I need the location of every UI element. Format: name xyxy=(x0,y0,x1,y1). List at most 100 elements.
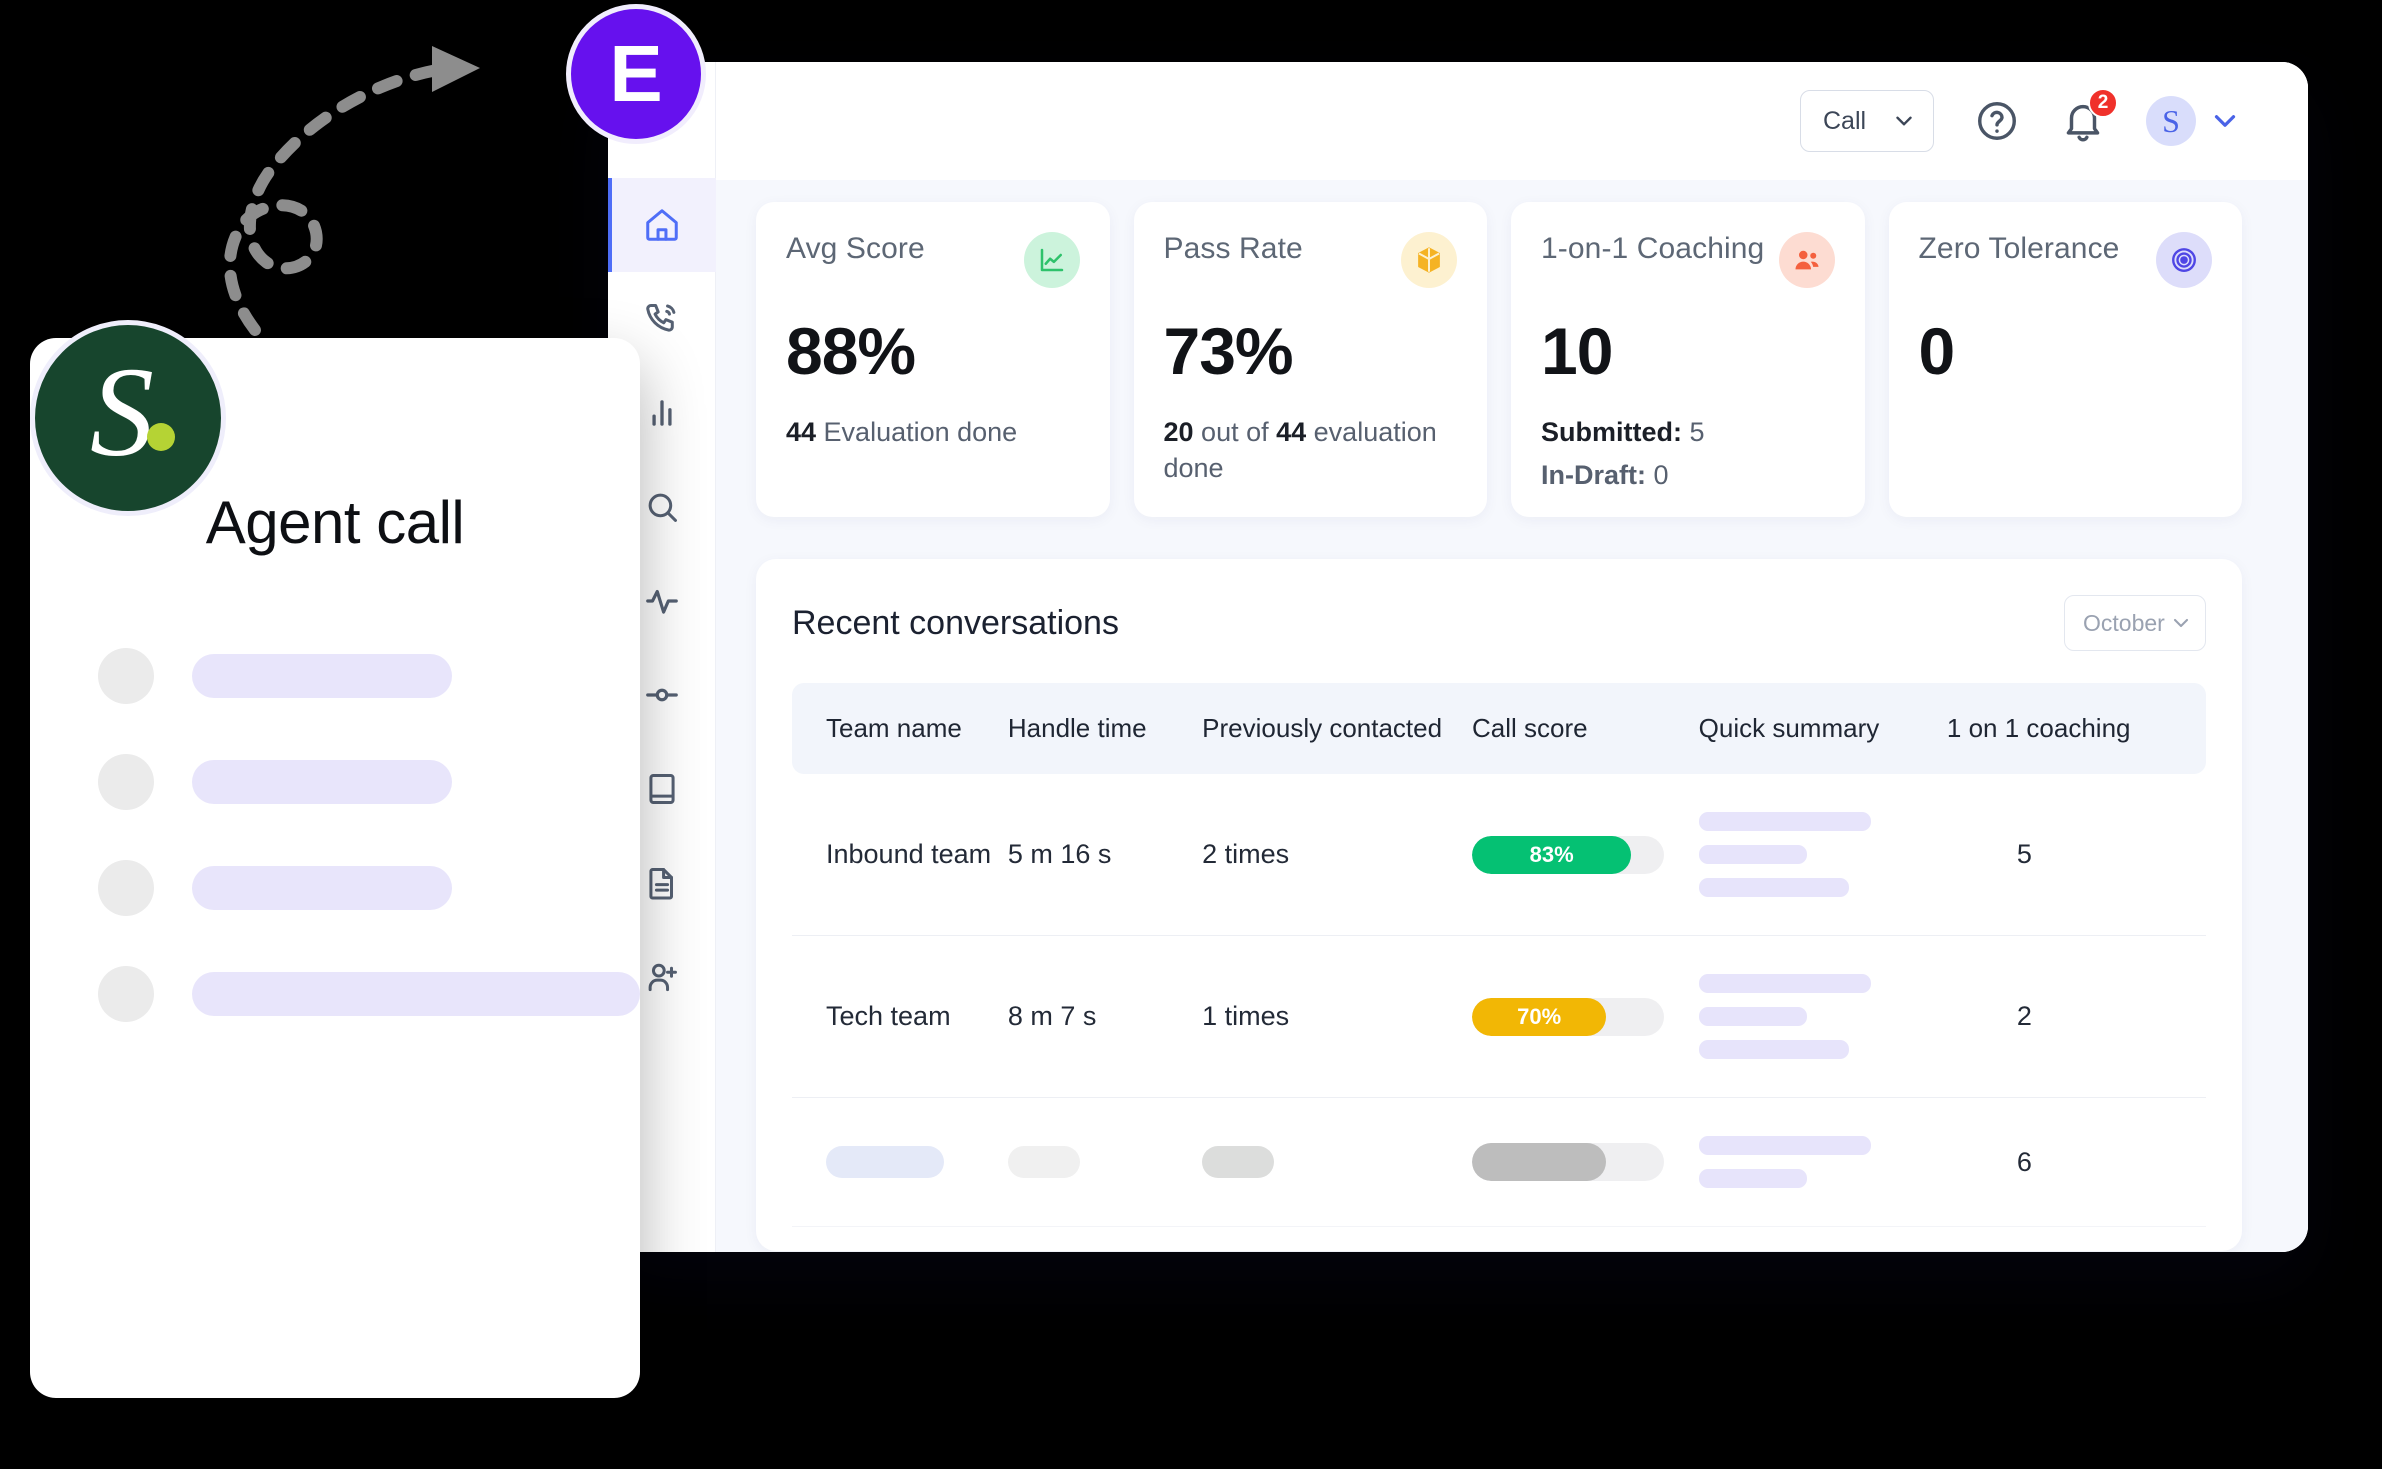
table-header-row: Team name Handle time Previously contact… xyxy=(792,683,2206,775)
column-header-quick-summary[interactable]: Quick summary xyxy=(1698,683,1947,775)
book-icon xyxy=(648,774,675,804)
column-header-call-score[interactable]: Call score xyxy=(1472,683,1699,775)
summary-skeleton xyxy=(1698,812,1947,898)
main-region: Call 2 S Avg Score 88% 44 Evaluation don… xyxy=(716,62,2308,1252)
stat-card-sub-strong: 44 xyxy=(786,417,817,447)
table-row[interactable]: Tech team 8 m 7 s 1 times 70% 2 xyxy=(792,935,2206,1099)
cell-team-name: Tech team xyxy=(792,935,1008,1099)
cell-team-name: Inbound team xyxy=(792,774,1008,937)
skeleton-line xyxy=(1698,878,1849,898)
line-chart-icon xyxy=(1023,232,1080,288)
skeleton-pill xyxy=(1007,1146,1080,1179)
cell-quick-summary xyxy=(1698,774,1947,937)
skeleton-bar xyxy=(192,866,452,910)
call-filter-label: Call xyxy=(1823,106,1867,135)
table-row[interactable]: Inbound team 5 m 16 s 2 times 83% 5 xyxy=(792,774,2206,937)
stat-card-value: 88% xyxy=(786,314,916,388)
home-icon xyxy=(645,209,678,241)
avatar-placeholder xyxy=(98,860,154,916)
stat-card-sub-strong2: 44 xyxy=(1276,417,1307,447)
skeleton-bar xyxy=(192,760,452,804)
stat-card-title: Zero Tolerance xyxy=(1918,232,2120,265)
question-circle-icon xyxy=(1978,102,2016,140)
top-bar: Call 2 S xyxy=(716,62,2308,180)
stat-card-sub-rest: Evaluation done xyxy=(816,417,1018,447)
chevron-down-icon xyxy=(2169,611,2193,635)
cell-handle-time: 5 m 16 s xyxy=(1007,774,1203,937)
skeleton-line xyxy=(1698,974,1871,994)
cell-team-name-skeleton xyxy=(792,1097,1008,1228)
help-button[interactable] xyxy=(1974,98,2020,144)
stat-card-subtext: 20 out of 44 evaluation done xyxy=(1164,414,1458,487)
avatar-placeholder xyxy=(98,754,154,810)
stat-card-coaching[interactable]: 1-on-1 Coaching 10 Submitted: 5 In-Draft… xyxy=(1511,202,1865,518)
notifications-button[interactable]: 2 xyxy=(2060,88,2118,144)
stat-card-avg-score[interactable]: Avg Score 88% 44 Evaluation done xyxy=(756,202,1110,518)
column-header-previously-contacted[interactable]: Previously contacted xyxy=(1202,683,1472,775)
cell-handle-time-skeleton xyxy=(1007,1097,1203,1228)
recent-conversations-panel: Recent conversations October Team name H… xyxy=(756,559,2242,1252)
stat-card-title: Pass Rate xyxy=(1163,232,1303,265)
cube-icon xyxy=(1401,232,1457,288)
target-icon xyxy=(2156,232,2212,288)
cell-coaching-count: 6 xyxy=(1946,1097,2206,1228)
skeleton-line xyxy=(1698,1040,1849,1060)
column-header-coaching[interactable]: 1 on 1 coaching xyxy=(1946,683,2206,775)
summary-skeleton xyxy=(1698,1136,1947,1189)
skeleton-bar xyxy=(192,972,640,1016)
stat-card-submitted-line: Submitted: 5 xyxy=(1541,414,1835,450)
people-icon xyxy=(1778,232,1835,288)
summary-skeleton xyxy=(1698,974,1947,1060)
stat-card-sub-mid: out of xyxy=(1193,417,1277,447)
cell-call-score: 70% xyxy=(1472,935,1699,1099)
column-header-handle-time[interactable]: Handle time xyxy=(1007,683,1203,775)
skeleton-line xyxy=(1698,1169,1807,1189)
table-row[interactable]: 6 xyxy=(792,1097,2206,1228)
company-logo-s: S xyxy=(30,320,226,516)
logo-letter: S xyxy=(90,341,154,483)
dashboard-window: Call 2 S Avg Score 88% 44 Evaluation don… xyxy=(608,62,2308,1252)
stat-card-value: 10 xyxy=(1541,314,1613,388)
list-item[interactable] xyxy=(30,941,640,1047)
indraft-label: In-Draft: xyxy=(1541,460,1646,491)
product-badge-e: E xyxy=(566,4,706,144)
avatar-placeholder xyxy=(98,648,154,704)
list-item[interactable] xyxy=(30,623,640,729)
skeleton-line xyxy=(1698,812,1871,832)
stat-card-zero-tolerance[interactable]: Zero Tolerance 0 xyxy=(1888,202,2242,518)
skeleton-line xyxy=(1698,1007,1807,1027)
panel-title: Recent conversations xyxy=(792,603,1119,642)
month-filter-dropdown[interactable]: October xyxy=(2064,595,2206,652)
avatar: S xyxy=(2146,96,2196,146)
activity-pulse-icon xyxy=(645,589,678,614)
logo-dot-icon xyxy=(147,423,175,451)
skeleton-pill xyxy=(826,1146,944,1179)
stat-card-pass-rate[interactable]: Pass Rate 73% 20 out of 44 evaluation do… xyxy=(1133,202,1487,518)
document-icon xyxy=(648,868,673,900)
month-filter-label: October xyxy=(2083,609,2165,636)
stat-card-value: 0 xyxy=(1918,314,1956,388)
cell-handle-time: 8 m 7 s xyxy=(1007,935,1203,1099)
cell-previously-contacted-skeleton xyxy=(1202,1097,1472,1228)
indraft-value: 0 xyxy=(1645,460,1669,491)
call-filter-dropdown[interactable]: Call xyxy=(1800,90,1934,152)
user-menu[interactable]: S xyxy=(2146,96,2242,146)
screenshot-root: Call 2 S Avg Score 88% 44 Evaluation don… xyxy=(0,0,2382,1469)
cell-quick-summary xyxy=(1698,935,1947,1099)
add-user-icon xyxy=(648,963,677,992)
call-score-bar xyxy=(1472,1143,1664,1182)
column-header-team-name[interactable]: Team name xyxy=(792,683,1008,775)
avatar-placeholder xyxy=(98,966,154,1022)
list-item[interactable] xyxy=(30,835,640,941)
cell-call-score xyxy=(1472,1097,1699,1228)
stat-card-sub-strong: 20 xyxy=(1163,417,1194,447)
call-score-fill: 83% xyxy=(1472,835,1632,874)
sidebar-item-home[interactable] xyxy=(608,178,716,272)
search-icon xyxy=(648,493,677,522)
content-area: Avg Score 88% 44 Evaluation done Pass Ra… xyxy=(716,180,2308,1252)
skeleton-line xyxy=(1698,1136,1871,1156)
list-item[interactable] xyxy=(30,729,640,835)
call-score-fill xyxy=(1472,1143,1607,1182)
cell-quick-summary xyxy=(1698,1097,1947,1228)
cell-call-score: 83% xyxy=(1472,774,1699,937)
